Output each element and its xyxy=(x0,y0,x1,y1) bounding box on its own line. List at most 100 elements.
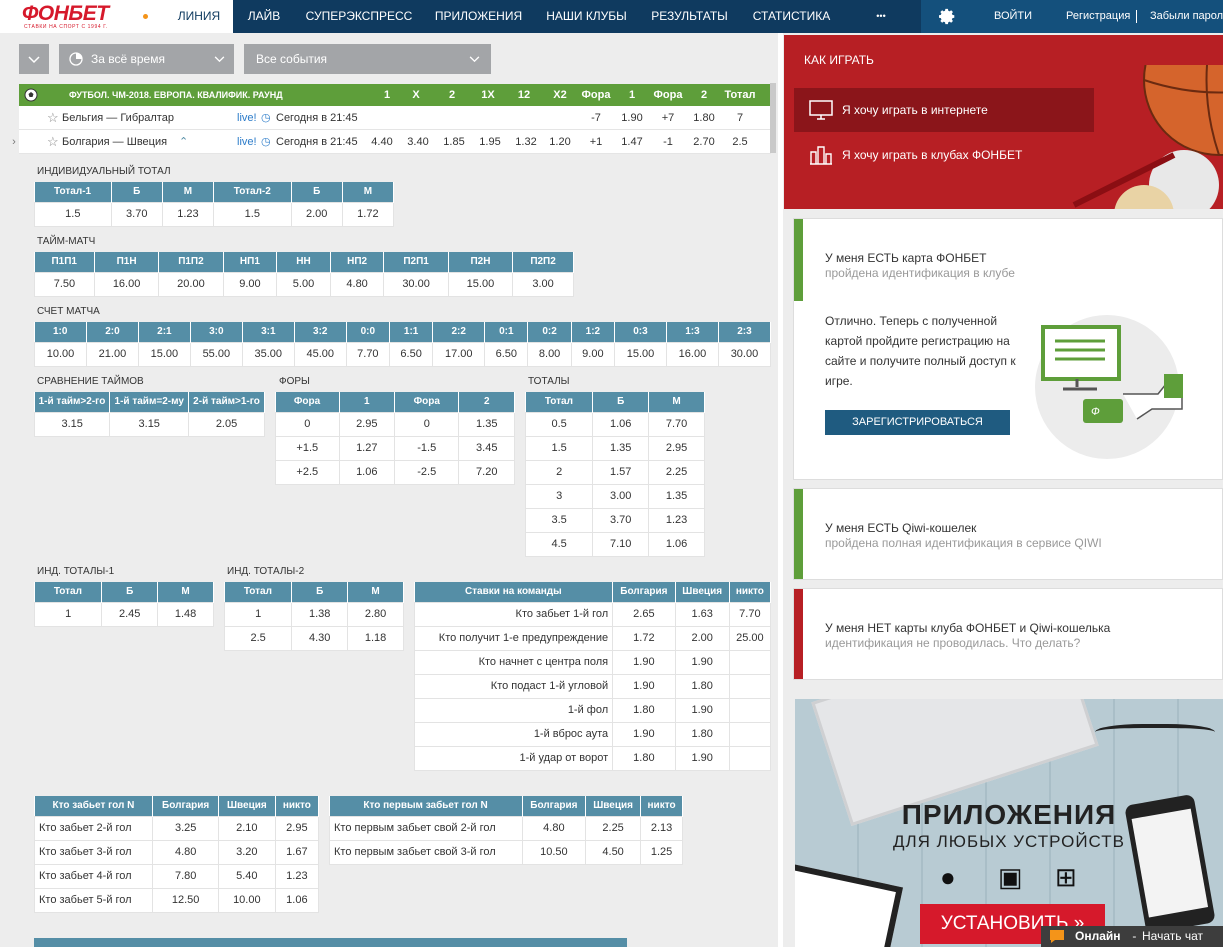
odd-cell[interactable]: 7 xyxy=(722,106,758,130)
odd-cell[interactable]: -2.5 xyxy=(394,459,460,485)
odd-cell[interactable]: 0 xyxy=(394,411,460,437)
forgot-password-link[interactable]: Забыли пароль xyxy=(1150,0,1223,33)
match-row[interactable]: ☆ Бельгия — Гибралтар live! ◷ Сегодня в … xyxy=(19,106,771,130)
odd-cell[interactable]: +2.5 xyxy=(275,459,340,485)
star-icon[interactable]: ☆ xyxy=(47,130,59,154)
odd-cell[interactable]: 1.57 xyxy=(592,459,650,485)
match-name[interactable]: Бельгия — Гибралтар xyxy=(62,106,174,130)
scrollbar-thumb[interactable] xyxy=(770,83,776,153)
odd-cell[interactable]: 2.25 xyxy=(648,459,705,485)
odd-cell[interactable]: 2.5 xyxy=(722,130,758,154)
odd-cell[interactable]: 1.80 xyxy=(612,745,676,771)
nav-liniya[interactable]: ЛИНИЯ xyxy=(165,0,233,33)
odd-cell[interactable]: 1.06 xyxy=(592,411,650,437)
odd-cell[interactable]: +7 xyxy=(650,106,686,130)
odd-cell[interactable]: 2.70 xyxy=(686,130,722,154)
odd-cell[interactable]: 1.80 xyxy=(674,673,730,699)
odd-cell[interactable]: 1.23 xyxy=(274,863,320,889)
odd-cell[interactable]: 1.90 xyxy=(612,721,676,747)
logo[interactable]: ФОНБЕТ СТАВКИ НА СПОРТ С 1994 Г. xyxy=(0,0,165,33)
odd-cell[interactable]: 2.95 xyxy=(274,815,320,841)
play-online-option[interactable]: Я хочу играть в интернете xyxy=(794,88,1094,132)
odd-cell[interactable]: 9.00 xyxy=(570,341,616,367)
odd-cell[interactable]: 2.45 xyxy=(101,601,159,627)
odd-cell[interactable]: 7.70 xyxy=(728,601,772,627)
odd-cell[interactable]: 3.70 xyxy=(592,507,650,533)
odd-cell[interactable]: 9.00 xyxy=(222,271,278,297)
odd-cell[interactable]: 4.40 xyxy=(364,130,400,154)
nav-statistics[interactable]: СТАТИСТИКА xyxy=(740,0,843,33)
odd-cell[interactable]: 1.23 xyxy=(161,201,215,227)
events-select[interactable]: Все события xyxy=(244,44,491,74)
odd-cell[interactable]: 1.90 xyxy=(612,673,676,699)
odd-cell[interactable]: -1.5 xyxy=(394,435,460,461)
period-select[interactable]: За всё время xyxy=(59,44,234,74)
apps-promo-banner[interactable]: ПРИЛОЖЕНИЯ ДЛЯ ЛЮБЫХ УСТРОЙСТВ ● ▣ ⊞ УСТ… xyxy=(795,699,1223,947)
odd-cell[interactable]: 3.45 xyxy=(458,435,515,461)
odd-cell[interactable]: 1.47 xyxy=(614,130,650,154)
odd-cell[interactable]: 4.30 xyxy=(291,625,349,651)
odd-cell[interactable]: 1.5 xyxy=(34,201,112,227)
odd-cell[interactable]: 0 xyxy=(275,411,340,437)
odd-cell[interactable]: 4.80 xyxy=(521,815,587,841)
odd-cell[interactable] xyxy=(728,745,772,771)
odd-cell[interactable]: +1.5 xyxy=(275,435,340,461)
odd-cell[interactable]: 21.00 xyxy=(85,341,139,367)
register-button[interactable]: ЗАРЕГИСТРИРОВАТЬСЯ xyxy=(825,410,1010,435)
nav-live[interactable]: ЛАЙВ xyxy=(233,0,295,33)
odd-cell[interactable]: 15.00 xyxy=(614,341,667,367)
odd-cell[interactable]: -1 xyxy=(650,130,686,154)
odd-cell[interactable]: 2.80 xyxy=(347,601,404,627)
login-link[interactable]: ВОЙТИ xyxy=(994,0,1032,33)
odd-cell[interactable]: 1.35 xyxy=(592,435,650,461)
odd-cell[interactable]: 3.15 xyxy=(109,411,190,437)
odd-cell[interactable]: 2.95 xyxy=(338,411,396,437)
odd-cell[interactable]: 1.35 xyxy=(458,411,515,437)
odd-cell[interactable]: 17.00 xyxy=(432,341,486,367)
odd-cell[interactable]: 10.50 xyxy=(521,839,587,865)
odd-cell[interactable]: 2.05 xyxy=(188,411,265,437)
odd-cell[interactable]: 1.06 xyxy=(648,531,705,557)
odd-cell[interactable]: 4.50 xyxy=(585,839,642,865)
chevron-right-icon[interactable]: › xyxy=(7,130,21,154)
odd-cell[interactable]: 1.35 xyxy=(648,483,705,509)
odd-cell[interactable]: 1.80 xyxy=(686,106,722,130)
odd-cell[interactable]: 15.00 xyxy=(137,341,191,367)
odd-cell[interactable]: 15.00 xyxy=(447,271,514,297)
odd-cell[interactable]: 1.38 xyxy=(291,601,349,627)
odd-cell[interactable]: 1.32 xyxy=(508,130,544,154)
odd-cell[interactable]: 1.5 xyxy=(213,201,292,227)
online-chat-widget[interactable]: Онлайн - Начать чат xyxy=(1041,926,1223,947)
odd-cell[interactable]: 1.80 xyxy=(612,697,676,723)
odd-cell[interactable]: 7.10 xyxy=(592,531,650,557)
odd-cell[interactable]: 1.06 xyxy=(274,887,320,913)
odd-cell[interactable]: 3.00 xyxy=(512,271,574,297)
star-icon[interactable]: ☆ xyxy=(47,106,59,130)
odd-cell[interactable]: 1.95 xyxy=(472,130,508,154)
odd-cell[interactable]: 25.00 xyxy=(728,625,772,651)
odd-cell[interactable]: 1.27 xyxy=(338,435,396,461)
match-row[interactable]: › ☆ Болгария — Швеция ⌃ live! ◷ Сегодня … xyxy=(12,130,771,154)
odd-cell[interactable]: 30.00 xyxy=(717,341,772,367)
odd-cell[interactable]: 6.50 xyxy=(388,341,434,367)
odd-cell[interactable]: 2.13 xyxy=(640,815,683,841)
odd-cell[interactable]: 1.63 xyxy=(674,601,730,627)
nav-clubs[interactable]: НАШИ КЛУБЫ xyxy=(534,0,639,33)
odd-cell[interactable]: 2.25 xyxy=(585,815,642,841)
gear-icon[interactable] xyxy=(939,8,956,25)
odd-cell[interactable]: 5.00 xyxy=(276,271,331,297)
event-group-header[interactable]: ФУТБОЛ. ЧМ-2018. ЕВРОПА. КВАЛИФИК. РАУНД… xyxy=(19,84,771,106)
odd-cell[interactable] xyxy=(728,721,772,747)
odd-cell[interactable]: 1.90 xyxy=(612,649,676,675)
odd-cell[interactable]: 30.00 xyxy=(383,271,449,297)
odd-cell[interactable] xyxy=(728,649,772,675)
register-link[interactable]: Регистрация xyxy=(1066,0,1130,33)
odd-cell[interactable]: 1.06 xyxy=(338,459,396,485)
odd-cell[interactable]: 0.5 xyxy=(524,411,594,437)
odd-cell[interactable]: 16.00 xyxy=(93,271,160,297)
odd-cell[interactable]: 1.20 xyxy=(542,130,578,154)
odd-cell[interactable]: 10.00 xyxy=(217,887,276,913)
odd-cell[interactable] xyxy=(728,697,772,723)
match-name[interactable]: Болгария — Швеция xyxy=(62,130,167,154)
odd-cell[interactable]: 45.00 xyxy=(293,341,347,367)
